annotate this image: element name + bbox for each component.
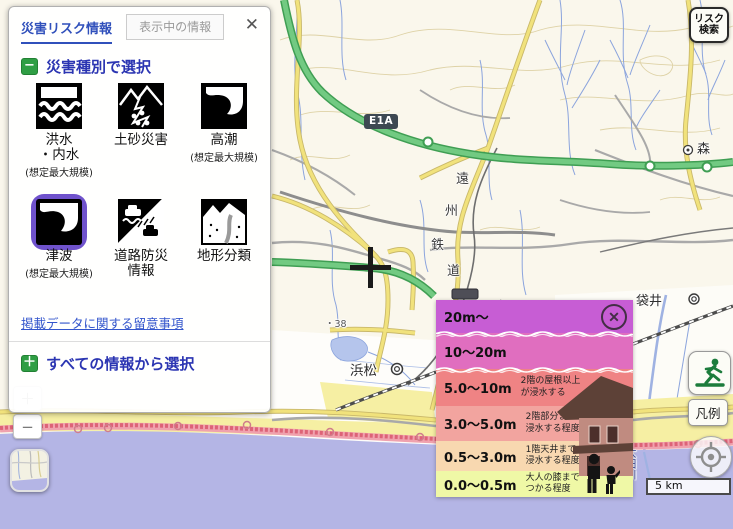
- tsunami-icon: [36, 199, 82, 245]
- road-disaster-icon: [118, 199, 164, 245]
- disaster-info-panel: 災害リスク情報 表示中の情報 ✕ − 災害種別で選択 洪水 ・内水 (想定最大規…: [8, 6, 271, 413]
- running-person-icon: [694, 357, 726, 389]
- tab-displayed-info[interactable]: 表示中の情報: [126, 14, 224, 40]
- overview-map-thumbnail: [12, 451, 47, 490]
- current-location-button[interactable]: [690, 436, 732, 478]
- data-notes-link[interactable]: 掲載データに関する留意事項: [21, 313, 184, 332]
- panel-divider: [9, 341, 270, 342]
- flood-icon: [36, 83, 82, 129]
- map-station-box: [452, 289, 478, 299]
- risk-search-button[interactable]: リスク 検索: [689, 7, 729, 43]
- map-label-railway-char: 遠: [456, 168, 469, 187]
- storm-surge-icon: [201, 83, 247, 129]
- map-label-railway-char: 鉄: [431, 234, 444, 253]
- people-illustration: [584, 453, 620, 495]
- expressway-badge-e1a: E1A: [364, 114, 398, 129]
- legend-toggle-button[interactable]: 凡例: [688, 399, 728, 426]
- hazard-item-storm-surge[interactable]: 高潮 (想定最大規模): [185, 83, 263, 164]
- hazard-item-landform[interactable]: 地形分類: [185, 199, 263, 265]
- map-label-railway-char: 道: [447, 260, 460, 279]
- map-label-hamamatsu: 浜松: [350, 359, 377, 379]
- overview-map-button[interactable]: [10, 449, 49, 492]
- legend-close-icon[interactable]: ✕: [601, 304, 627, 330]
- map-scale-bar: 5 km: [646, 478, 731, 495]
- wavy-separator: [436, 329, 633, 337]
- evacuation-runner-button[interactable]: [688, 351, 731, 395]
- landform-icon: [201, 199, 247, 245]
- tab-disaster-risk-info[interactable]: 災害リスク情報: [21, 22, 112, 44]
- landslide-icon: [118, 83, 164, 129]
- tsunami-depth-legend: 20m〜 ✕ 10〜20m 5.0〜10m 2階の屋根以上 が浸水する 3.0〜…: [436, 300, 633, 497]
- hazard-item-road-disaster[interactable]: 道路防災 情報: [102, 199, 180, 280]
- map-label-spot-height: ・38: [325, 316, 347, 330]
- map-label-mori: 森: [697, 138, 710, 157]
- panel-close-icon[interactable]: ✕: [245, 15, 259, 35]
- expand-icon[interactable]: ＋: [21, 355, 38, 372]
- map-label-fukuroi: 袋井: [636, 290, 662, 309]
- location-target-icon: [695, 441, 727, 473]
- section-title-all-info: すべての情報から選択: [46, 353, 194, 374]
- section-title-disaster-type: 災害種別で選択: [46, 56, 151, 77]
- map-label-railway-char: 州: [445, 200, 458, 219]
- hazard-item-tsunami[interactable]: 津波 (想定最大規模): [20, 199, 98, 280]
- hazard-item-landslide[interactable]: 土砂災害: [102, 83, 180, 149]
- legend-row: 10〜20m: [436, 333, 633, 369]
- map-zoom-out-button[interactable]: −: [13, 414, 42, 439]
- panel-tabbar: 災害リスク情報 表示中の情報 ✕: [9, 7, 270, 41]
- hazard-item-flood[interactable]: 洪水 ・内水 (想定最大規模): [20, 83, 98, 179]
- collapse-icon[interactable]: −: [21, 58, 38, 75]
